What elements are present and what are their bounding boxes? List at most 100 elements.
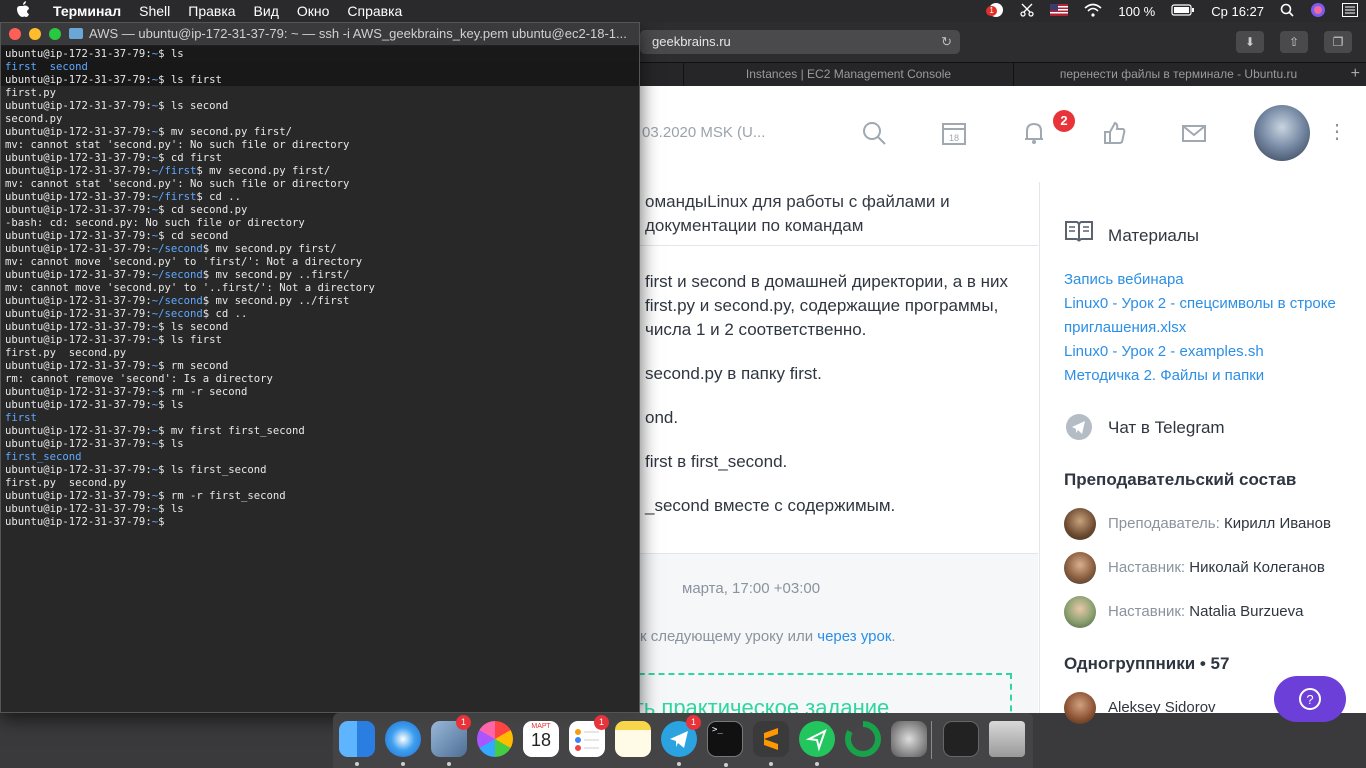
folder-icon xyxy=(69,28,83,39)
terminal-line: ubuntu@ip-172-31-37-79:~$ ls xyxy=(5,503,184,515)
lesson-date: 03.2020 MSK (U... xyxy=(642,124,766,141)
mail-icon[interactable] xyxy=(1180,120,1208,148)
staff-member[interactable]: Преподаватель: Кирилл Иванов xyxy=(1064,508,1364,540)
url-text: geekbrains.ru xyxy=(652,34,731,49)
tab-ubuntu[interactable]: перенести файлы в терминале - Ubuntu.ru xyxy=(1013,63,1343,87)
divider xyxy=(640,245,1038,246)
battery-icon[interactable] xyxy=(1163,3,1203,19)
terminal-line: rm: cannot remove 'second': Is a directo… xyxy=(5,373,273,385)
siri-icon[interactable] xyxy=(1302,2,1334,21)
more-icon[interactable]: ⋮ xyxy=(1327,122,1347,142)
sublime-text-icon[interactable] xyxy=(753,721,789,766)
material-link[interactable]: Linux0 - Урок 2 - спецсимволы в строке п… xyxy=(1064,292,1354,340)
menu-help[interactable]: Справка xyxy=(338,3,411,19)
menu-window[interactable]: Окно xyxy=(288,3,339,19)
avatar xyxy=(1064,552,1096,584)
dock: 1 МАРТ 18 1 1 >_ xyxy=(333,713,1033,768)
minimize-button[interactable] xyxy=(29,28,41,40)
app-menu[interactable]: Терминал xyxy=(44,3,130,19)
wifi-icon[interactable] xyxy=(1076,3,1110,20)
svg-text:?: ? xyxy=(1306,692,1313,707)
search-icon[interactable] xyxy=(860,120,888,148)
terminal-line: ubuntu@ip-172-31-37-79:~/first$ mv secon… xyxy=(5,165,331,177)
terminal-line: first.py second.py xyxy=(5,347,127,359)
terminal-line: ubuntu@ip-172-31-37-79:~$ ls second xyxy=(5,100,229,112)
terminal-output[interactable]: ubuntu@ip-172-31-37-79:~$ ls first second… xyxy=(5,48,635,708)
menu-view[interactable]: Вид xyxy=(245,3,288,19)
terminal-line: ubuntu@ip-172-31-37-79:~$ ls first xyxy=(5,334,222,346)
terminal-icon[interactable]: >_ xyxy=(707,721,743,767)
finder-icon[interactable] xyxy=(339,721,375,766)
lesson-content: омандыLinux для работы с файлами и докум… xyxy=(640,182,1038,713)
tab-ec2[interactable]: Instances | EC2 Management Console xyxy=(683,63,1013,87)
terminal-titlebar[interactable]: AWS — ubuntu@ip-172-31-37-79: ~ — ssh -i… xyxy=(1,23,639,46)
terminal-line: ubuntu@ip-172-31-37-79:~$ ls first xyxy=(5,74,222,86)
classmates-title: Одногруппники • 57 xyxy=(1064,654,1230,673)
material-link[interactable]: Запись вебинара xyxy=(1064,268,1354,292)
photos-icon[interactable] xyxy=(477,721,513,757)
task-item: first в first_second. xyxy=(645,452,788,471)
terminal-line: ubuntu@ip-172-31-37-79:~$ xyxy=(5,516,171,528)
submit-homework-button[interactable]: ать практическое задание xyxy=(640,673,1012,713)
download-icon[interactable]: ⬇ xyxy=(1236,31,1264,53)
close-button[interactable] xyxy=(9,28,21,40)
material-link[interactable]: Методичка 2. Файлы и папки xyxy=(1064,364,1354,388)
terminal-line: mv: cannot move 'second.py' to '..first/… xyxy=(5,282,375,294)
menu-shell[interactable]: Shell xyxy=(130,3,179,19)
tabs-overview-icon[interactable]: ❐ xyxy=(1324,31,1352,53)
terminal-line: ubuntu@ip-172-31-37-79:~/second$ mv seco… xyxy=(5,295,350,307)
telegram-chat-link[interactable]: Чат в Telegram xyxy=(1108,418,1225,438)
calendar-icon[interactable]: МАРТ 18 xyxy=(523,721,559,757)
avatar xyxy=(1064,692,1096,724)
new-tab-icon[interactable]: + xyxy=(1351,63,1360,85)
reload-icon[interactable]: ↻ xyxy=(941,30,952,54)
us-flag-icon[interactable] xyxy=(1042,3,1076,19)
homework-area: марта, 17:00 +03:00 к следующему уроку и… xyxy=(640,553,1038,713)
homework-note: к следующему уроку или через урок. xyxy=(640,628,896,645)
reminders-icon[interactable]: 1 xyxy=(569,715,609,757)
notification-badge: 2 xyxy=(1053,110,1075,132)
notification-status-icon[interactable]: 1 xyxy=(980,2,1012,21)
staff-title: Преподавательский состав xyxy=(1064,470,1297,489)
terminal-line: mv: cannot stat 'second.py': No such fil… xyxy=(5,178,350,190)
zoom-button[interactable] xyxy=(49,28,61,40)
material-link[interactable]: Linux0 - Урок 2 - examples.sh xyxy=(1064,340,1354,364)
staff-member[interactable]: Наставник: Николай Колеганов xyxy=(1064,552,1364,584)
thumbs-up-icon[interactable] xyxy=(1100,120,1128,148)
calendar-icon[interactable]: 18 xyxy=(940,120,968,148)
task-item: ond. xyxy=(645,408,679,427)
address-bar[interactable]: geekbrains.ru ↻ xyxy=(640,30,960,54)
spotlight-icon[interactable] xyxy=(1272,3,1302,20)
terminal-line: ubuntu@ip-172-31-37-79:~$ cd second xyxy=(5,230,229,242)
mail-icon[interactable]: 1 xyxy=(431,715,471,766)
terminal-line: ubuntu@ip-172-31-37-79:~$ ls xyxy=(5,438,184,450)
system-preferences-icon[interactable] xyxy=(891,721,927,757)
svg-text:18: 18 xyxy=(949,133,959,143)
safari-icon[interactable] xyxy=(385,721,421,766)
bell-icon[interactable] xyxy=(1020,120,1048,148)
terminal-line: ubuntu@ip-172-31-37-79:~$ rm -r first_se… xyxy=(5,490,286,502)
battery-percent[interactable]: 100 % xyxy=(1110,4,1163,19)
terminal-title: AWS — ubuntu@ip-172-31-37-79: ~ — ssh -i… xyxy=(89,26,627,41)
telegram-icon[interactable]: 1 xyxy=(661,715,701,766)
trash-icon[interactable] xyxy=(989,721,1025,757)
activity-ring-icon[interactable] xyxy=(845,721,881,757)
scissors-icon[interactable] xyxy=(1012,3,1042,20)
apple-menu-icon[interactable] xyxy=(0,1,44,21)
control-list-icon[interactable] xyxy=(1334,2,1366,20)
notes-icon[interactable] xyxy=(615,721,651,757)
staff-member[interactable]: Наставник: Natalia Burzueva xyxy=(1064,596,1364,628)
terminal-window[interactable]: AWS — ubuntu@ip-172-31-37-79: ~ — ssh -i… xyxy=(0,22,640,713)
user-avatar[interactable] xyxy=(1254,105,1310,161)
help-button[interactable]: ? xyxy=(1274,676,1346,722)
terminal-line: ubuntu@ip-172-31-37-79:~$ rm -r second xyxy=(5,386,248,398)
avatar xyxy=(1064,508,1096,540)
share-icon[interactable]: ⇧ xyxy=(1280,31,1308,53)
through-lesson-link[interactable]: через урок xyxy=(817,628,891,645)
menu-edit[interactable]: Правка xyxy=(179,3,244,19)
send-icon[interactable] xyxy=(799,721,835,766)
terminal-line: ubuntu@ip-172-31-37-79:~$ mv second.py f… xyxy=(5,126,293,138)
minimized-window-icon[interactable] xyxy=(943,721,979,757)
clock[interactable]: Ср 16:27 xyxy=(1203,4,1272,19)
terminal-line: second.py xyxy=(5,113,63,125)
